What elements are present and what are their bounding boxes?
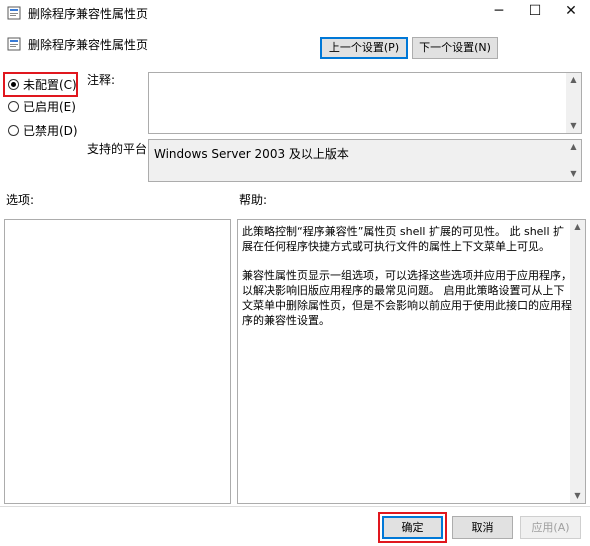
supported-platforms-box: Windows Server 2003 及以上版本 ▲ ▼ xyxy=(148,139,582,182)
options-label: 选项: xyxy=(6,193,35,207)
help-scrollbar[interactable]: ▲ ▼ xyxy=(570,220,585,503)
close-button[interactable]: ✕ xyxy=(553,0,589,24)
scroll-up-icon[interactable]: ▲ xyxy=(570,220,585,234)
comment-label: 注释: xyxy=(87,73,116,87)
radio-disabled[interactable]: 已禁用(D) xyxy=(8,121,78,139)
scroll-down-icon[interactable]: ▼ xyxy=(566,119,581,133)
scroll-up-icon[interactable]: ▲ xyxy=(566,140,581,154)
supported-platforms-value: Windows Server 2003 及以上版本 xyxy=(154,147,349,161)
radio-enabled[interactable]: 已启用(E) xyxy=(8,97,76,115)
options-pane xyxy=(4,219,231,504)
next-setting-button[interactable]: 下一个设置(N) xyxy=(412,37,498,59)
setting-icon xyxy=(7,37,21,51)
supported-platforms-label: 支持的平台: xyxy=(87,142,152,156)
setting-title: 删除程序兼容性属性页 xyxy=(28,38,149,52)
help-paragraph: 兼容性属性页显示一组选项，可以选择这些选项并应用于应用程序，以解决影响旧版应用程… xyxy=(242,269,572,327)
radio-label: 已禁用(D) xyxy=(23,123,78,138)
scroll-up-icon[interactable]: ▲ xyxy=(566,73,581,87)
supported-scrollbar[interactable]: ▲ ▼ xyxy=(566,140,581,181)
cancel-button[interactable]: 取消 xyxy=(452,516,513,539)
footer-divider xyxy=(0,506,590,507)
radio-indicator xyxy=(8,100,19,112)
previous-setting-button[interactable]: 上一个设置(P) xyxy=(320,37,408,59)
radio-not-configured[interactable]: 未配置(C) xyxy=(8,75,77,93)
policy-icon xyxy=(7,6,21,20)
title-bar: 删除程序兼容性属性页 ─ ☐ ✕ xyxy=(0,0,590,26)
minimize-button[interactable]: ─ xyxy=(481,0,517,24)
scroll-down-icon[interactable]: ▼ xyxy=(566,167,581,181)
radio-indicator xyxy=(8,78,19,90)
help-text: 此策略控制“程序兼容性”属性页 shell 扩展的可见性。 此 shell 扩展… xyxy=(242,224,572,342)
scroll-down-icon[interactable]: ▼ xyxy=(570,489,585,503)
help-label: 帮助: xyxy=(239,193,268,207)
window-title: 删除程序兼容性属性页 xyxy=(28,7,149,21)
comment-scrollbar[interactable]: ▲ ▼ xyxy=(566,73,581,133)
apply-button[interactable]: 应用(A) xyxy=(520,516,581,539)
radio-indicator xyxy=(8,124,19,136)
radio-label: 已启用(E) xyxy=(23,99,76,114)
maximize-button[interactable]: ☐ xyxy=(517,0,553,24)
radio-label: 未配置(C) xyxy=(23,77,77,92)
comment-textarea[interactable]: ▲ ▼ xyxy=(148,72,582,134)
ok-button[interactable]: 确定 xyxy=(382,516,443,539)
help-paragraph: 此策略控制“程序兼容性”属性页 shell 扩展的可见性。 此 shell 扩展… xyxy=(242,225,565,253)
